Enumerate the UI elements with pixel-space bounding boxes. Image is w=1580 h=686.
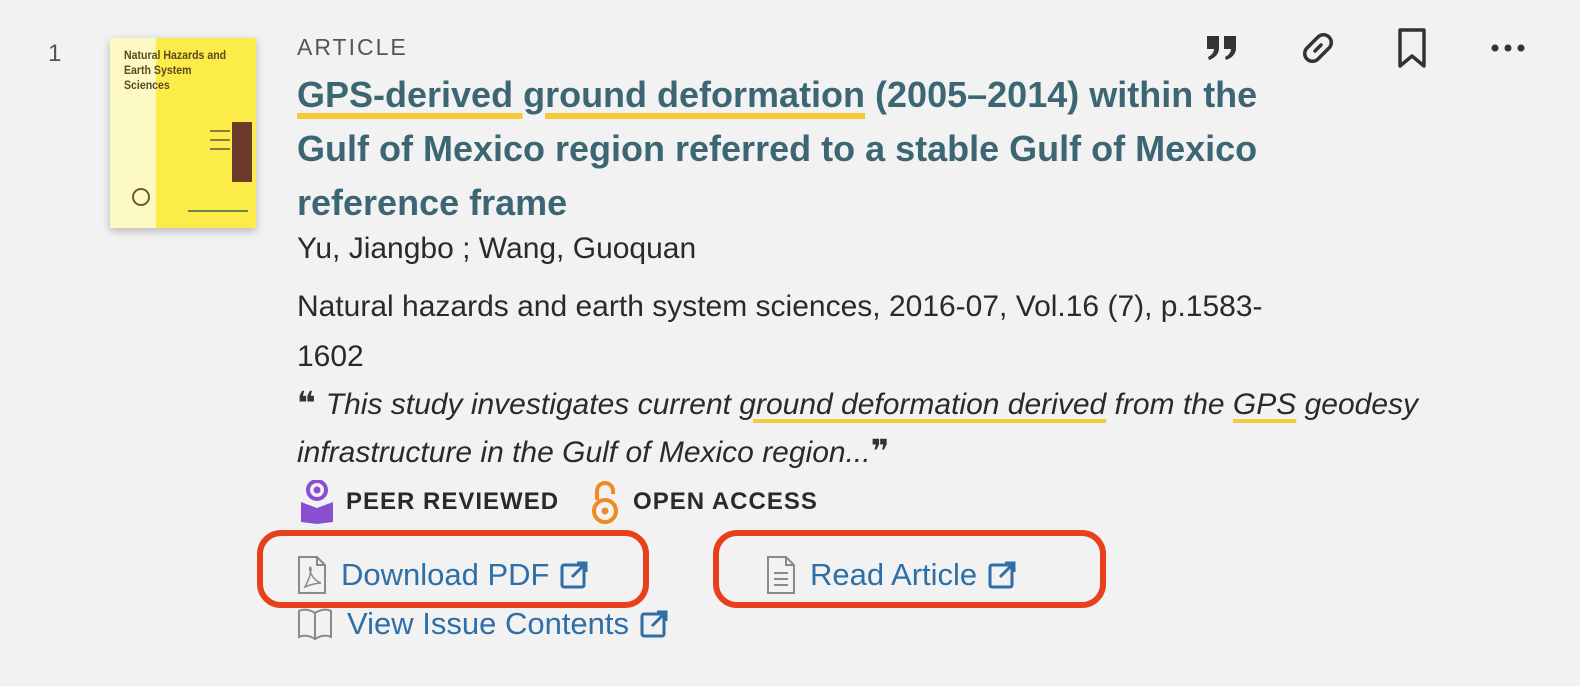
title-highlight[interactable]: GPS-derived ground deformation [297, 74, 865, 115]
document-icon [767, 556, 795, 594]
pdf-file-icon [298, 556, 326, 594]
snippet-text: from the [1106, 388, 1233, 421]
result-authors: Yu, Jiangbo ; Wang, Guoquan [297, 232, 697, 265]
open-quote-icon: ❝ [297, 385, 316, 421]
peer-reviewed-badge: PEER REVIEWED [300, 480, 559, 524]
result-badges: PEER REVIEWED OPEN ACCESS [300, 480, 818, 524]
download-pdf-label[interactable]: Download PDF [341, 557, 549, 593]
snippet-highlight: GPS [1232, 388, 1297, 421]
snippet-highlight: ground deformation derived [739, 388, 1107, 421]
read-article-link[interactable]: Read Article [766, 555, 1017, 595]
download-pdf-link[interactable]: Download PDF [297, 555, 589, 595]
journal-cover-title: Natural Hazards and Earth System Science… [124, 48, 227, 92]
snippet-text: This study investigates current [325, 388, 740, 421]
resource-type: ARTICLE [297, 34, 408, 60]
open-access-icon [592, 481, 619, 524]
view-issue-contents-label[interactable]: View Issue Contents [347, 606, 629, 642]
result-title[interactable]: GPS-derived ground deformation (2005–201… [297, 68, 1287, 230]
external-link-icon [988, 561, 1016, 589]
result-actions [1200, 26, 1540, 70]
read-article-label[interactable]: Read Article [810, 557, 977, 593]
result-snippet: ❝ This study investigates current ground … [297, 380, 1427, 476]
journal-cover-thumbnail[interactable]: Natural Hazards and Earth System Science… [110, 38, 256, 228]
result-index: 1 [48, 40, 62, 67]
external-link-icon [640, 610, 668, 638]
more-options-icon [1491, 44, 1525, 52]
permalink-icon [1302, 32, 1334, 64]
citation-button[interactable] [1200, 26, 1244, 70]
close-quote-icon: ❞ [870, 433, 890, 469]
citation-icon [1207, 36, 1236, 60]
publisher-logo-icon [132, 188, 150, 206]
view-issue-contents-link[interactable]: View Issue Contents [297, 606, 669, 642]
open-access-label: OPEN ACCESS [633, 488, 818, 515]
bookmark-icon [1398, 28, 1426, 68]
bookmark-button[interactable] [1390, 26, 1434, 70]
external-link-icon [560, 561, 588, 589]
search-result: 1 Natural Hazards and Earth System Scien… [0, 0, 1580, 686]
peer-reviewed-icon [301, 480, 333, 524]
open-access-badge: OPEN ACCESS [589, 480, 818, 524]
open-book-icon [298, 608, 332, 641]
result-source: Natural hazards and earth system science… [297, 290, 1263, 373]
more-options-button[interactable] [1486, 26, 1530, 70]
permalink-button[interactable] [1296, 26, 1340, 70]
peer-reviewed-label: PEER REVIEWED [346, 488, 560, 515]
